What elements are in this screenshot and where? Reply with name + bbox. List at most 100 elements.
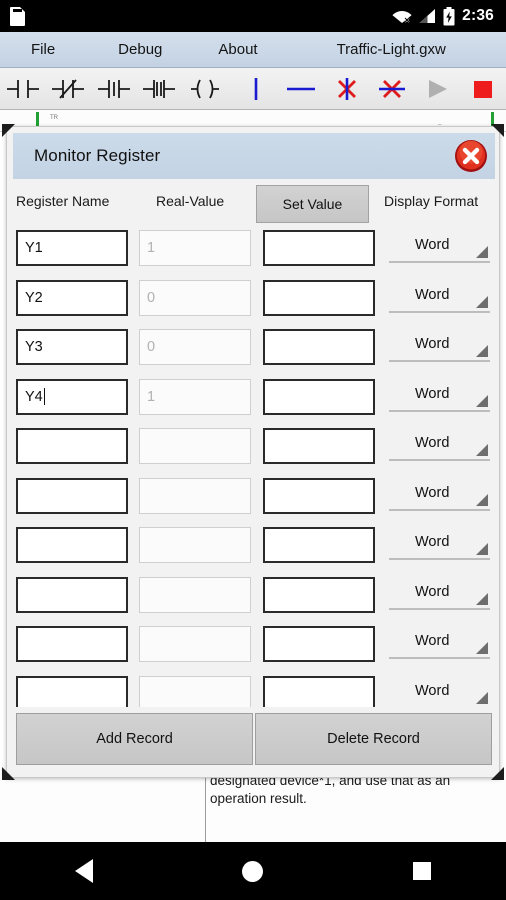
resize-handle-top-left[interactable] [2, 124, 15, 137]
table-row: Word [7, 520, 501, 570]
set-value-button[interactable]: Set Value [256, 185, 369, 223]
table-row: Word [7, 619, 501, 669]
android-nav-bar [0, 842, 506, 900]
table-row: Y4 1 Word [7, 372, 501, 422]
display-format-spinner[interactable]: Word [389, 629, 490, 659]
recents-icon[interactable] [387, 842, 457, 900]
chevron-down-icon [476, 444, 488, 456]
resize-handle-bottom-right[interactable] [491, 767, 504, 780]
table-row: Y2 0 Word [7, 273, 501, 323]
android-status-bar: 2:36 [0, 0, 506, 32]
home-icon[interactable] [218, 842, 288, 900]
delete-horizontal-icon[interactable] [370, 68, 415, 110]
contact-falling-icon[interactable] [136, 68, 181, 110]
register-name-input[interactable]: Y3 [16, 329, 128, 365]
display-format-label: Word [415, 286, 450, 303]
set-value-input[interactable] [263, 329, 375, 365]
real-value-field: 1 [139, 378, 251, 415]
menu-debug[interactable]: Debug [114, 41, 166, 58]
set-value-input[interactable] [263, 576, 375, 613]
wifi-disconnected-icon [392, 8, 412, 24]
add-record-button[interactable]: Add Record [16, 713, 253, 765]
horizontal-line-icon[interactable] [279, 68, 324, 110]
contact-no-icon[interactable] [0, 68, 45, 110]
display-format-label: Word [415, 682, 450, 699]
sd-card-icon [10, 6, 25, 26]
set-value-input[interactable] [263, 527, 375, 563]
table-row: Word [7, 570, 501, 620]
chevron-down-icon [476, 394, 488, 407]
column-header-real-value: Real-Value [156, 193, 225, 209]
delete-record-button[interactable]: Delete Record [255, 713, 492, 765]
vertical-line-icon[interactable] [233, 68, 278, 110]
chevron-down-icon [476, 592, 488, 605]
document-title: Traffic-Light.gxw [336, 41, 446, 58]
display-format-spinner[interactable]: Word [389, 283, 490, 313]
set-value-input[interactable] [263, 378, 375, 415]
set-value-input[interactable] [263, 279, 375, 316]
chevron-down-icon [476, 295, 488, 308]
real-value-field: 1 [139, 230, 251, 266]
real-value-field [139, 527, 251, 563]
delete-vertical-icon[interactable] [324, 68, 369, 110]
display-format-label: Word [415, 435, 450, 451]
column-headers: Register Name Real-Value Set Value Displ… [7, 185, 501, 223]
back-icon[interactable] [49, 842, 119, 900]
display-format-spinner[interactable]: Word [389, 382, 490, 412]
run-icon[interactable] [415, 68, 460, 110]
resize-handle-top-right[interactable] [491, 124, 504, 137]
display-format-label: Word [415, 484, 450, 501]
cellular-signal-icon [419, 8, 436, 24]
contact-nc-icon[interactable] [45, 68, 90, 110]
set-value-input[interactable] [263, 626, 375, 662]
real-value-field [139, 477, 251, 514]
resize-handle-bottom-left[interactable] [2, 767, 15, 780]
register-name-input[interactable] [16, 576, 128, 613]
register-name-input[interactable] [16, 527, 128, 563]
status-bar-left [10, 6, 25, 26]
register-name-input[interactable] [16, 626, 128, 662]
display-format-spinner[interactable]: Word [389, 679, 490, 709]
contact-rising-icon[interactable] [91, 68, 136, 110]
dialog-title: Monitor Register [34, 146, 161, 165]
coil-output-icon[interactable] [182, 68, 227, 110]
ladder-rail-left [36, 112, 39, 126]
monitor-register-dialog: Monitor Register Register Name Real-Valu… [2, 124, 504, 780]
display-format-spinner[interactable]: Word [389, 530, 490, 560]
status-bar-right: 2:36 [392, 6, 494, 26]
battery-charging-icon [443, 6, 455, 26]
register-name-input[interactable] [16, 477, 128, 514]
menu-about[interactable]: About [214, 41, 261, 58]
chevron-down-icon [476, 246, 488, 258]
chevron-down-icon [476, 345, 488, 357]
menu-file[interactable]: File [27, 41, 59, 58]
real-value-field [139, 428, 251, 464]
register-name-input[interactable] [16, 428, 128, 464]
chevron-down-icon [476, 691, 488, 704]
real-value-field: 0 [139, 329, 251, 365]
display-format-label: Word [415, 385, 450, 402]
display-format-label: Word [415, 534, 450, 550]
display-format-spinner[interactable]: Word [389, 233, 490, 263]
close-icon[interactable] [451, 136, 491, 176]
ladder-toolbar [0, 68, 506, 110]
table-row: Y1 1 Word [7, 223, 501, 273]
register-name-input[interactable]: Y4 [16, 378, 128, 415]
set-value-input[interactable] [263, 230, 375, 266]
display-format-label: Word [415, 336, 450, 352]
display-format-spinner[interactable]: Word [389, 431, 490, 461]
display-format-spinner[interactable]: Word [389, 580, 490, 610]
text-caret [43, 388, 45, 405]
display-format-label: Word [415, 237, 450, 253]
register-name-input[interactable]: Y1 [16, 230, 128, 266]
column-header-display-format: Display Format [384, 193, 479, 209]
stop-icon[interactable] [460, 68, 505, 110]
register-name-input[interactable]: Y2 [16, 279, 128, 316]
display-format-spinner[interactable]: Word [389, 332, 490, 362]
display-format-spinner[interactable]: Word [389, 481, 490, 511]
set-value-input[interactable] [263, 477, 375, 514]
set-value-input[interactable] [263, 428, 375, 464]
register-rows-list[interactable]: Y1 1 Word Y2 0 Word Y3 0 Word Y4 1 Word Word Word Word… [7, 223, 501, 713]
table-row: Y3 0 Word [7, 322, 501, 372]
rung-label: TR [50, 115, 58, 121]
